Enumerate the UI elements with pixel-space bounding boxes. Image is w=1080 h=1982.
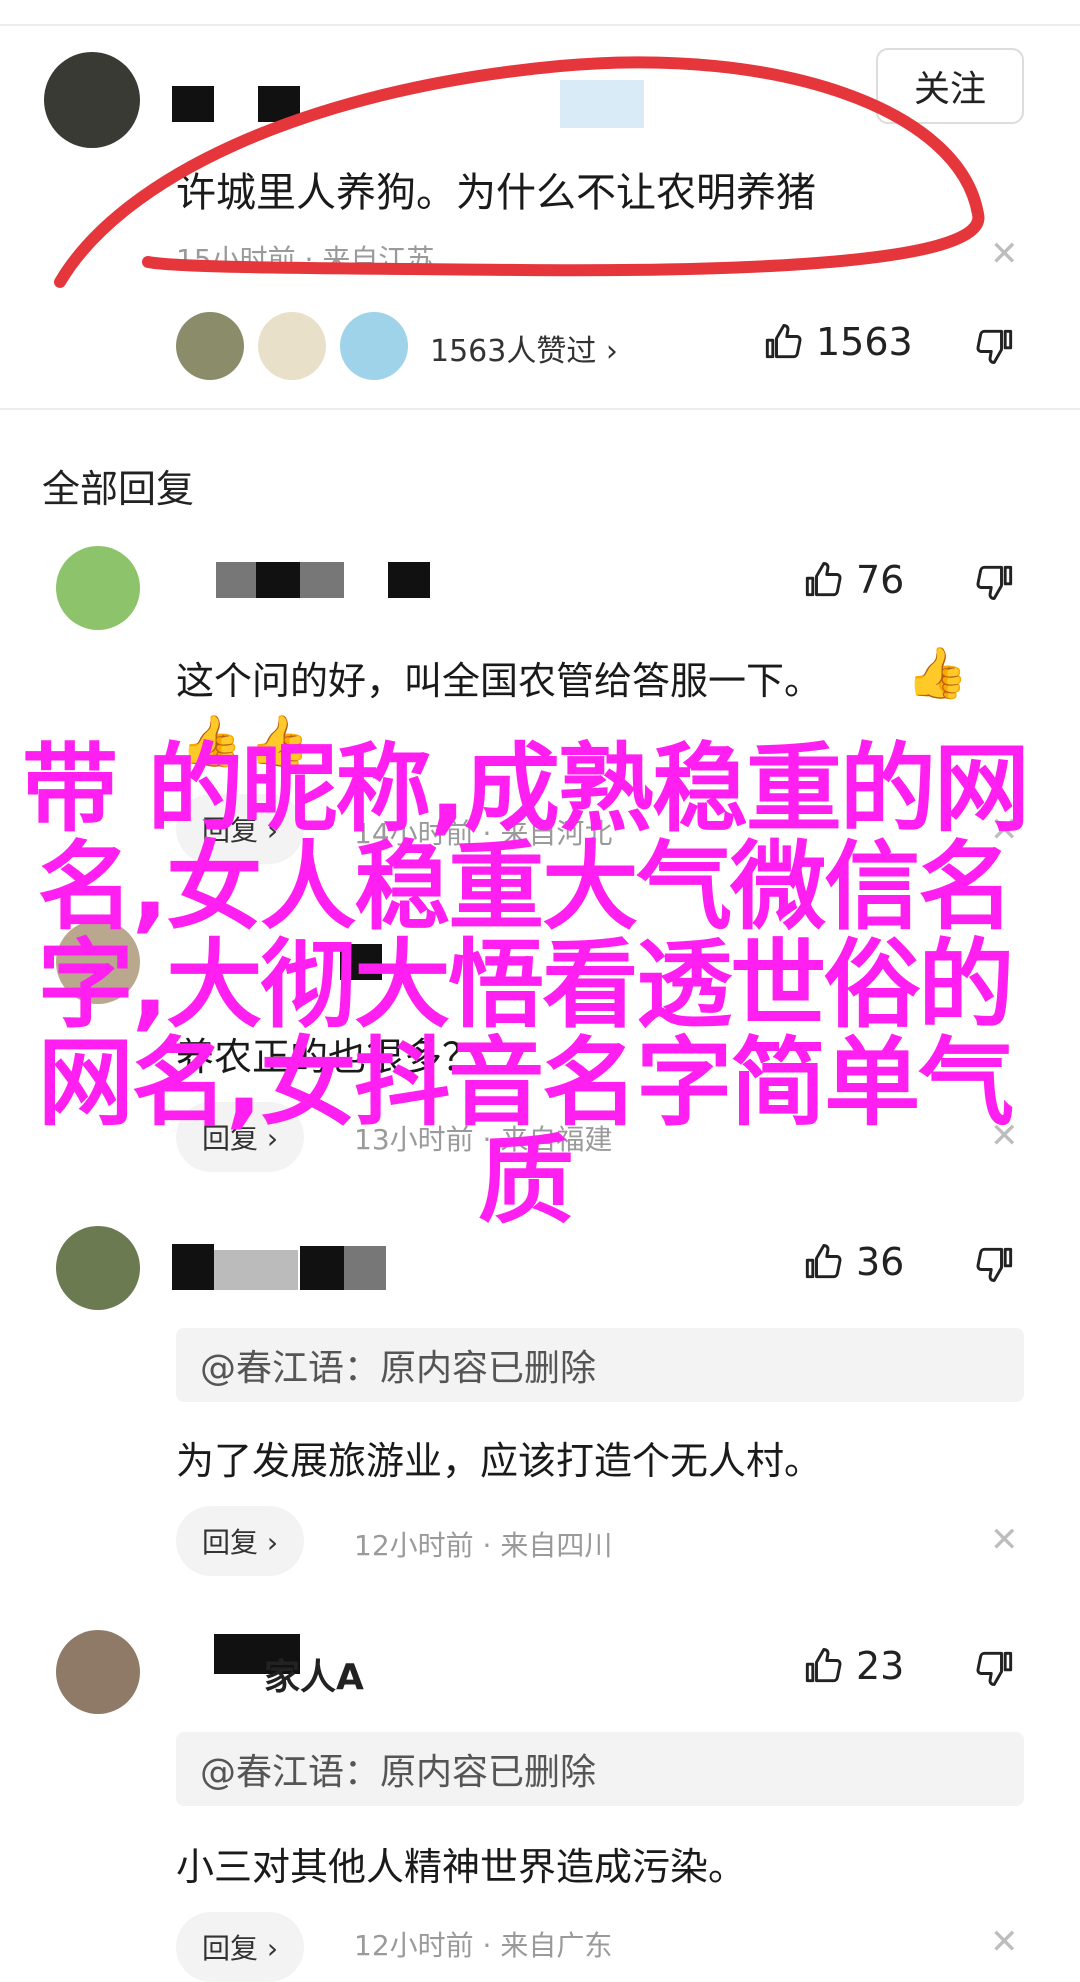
quoted-reply[interactable]: @春江语：原内容已删除: [176, 1328, 1024, 1402]
close-icon[interactable]: ✕: [990, 1922, 1019, 1962]
liker-avatar: [258, 312, 326, 380]
reply-avatar[interactable]: [56, 1226, 140, 1310]
reply-username-redaction: [172, 1244, 214, 1290]
reply-like-count: 23: [856, 1644, 905, 1688]
reply-meta: 12小时前 · 来自广东: [354, 1929, 613, 1962]
likers-link[interactable]: 1563人赞过 ›: [430, 326, 618, 370]
reply-like[interactable]: 23: [800, 1644, 904, 1688]
reply-like[interactable]: 76: [800, 558, 904, 602]
red-annotation-circle: [54, 56, 985, 288]
thumbs-down-icon[interactable]: [974, 324, 1018, 368]
reply-username-redaction: [216, 562, 256, 598]
reply-avatar[interactable]: [56, 1630, 140, 1714]
liker-avatar: [340, 312, 408, 380]
thumbs-down-icon[interactable]: [974, 1242, 1018, 1286]
reply-text: 为了发展旅游业，应该打造个无人村。: [176, 1439, 823, 1483]
quoted-reply[interactable]: @春江语：原内容已删除: [176, 1732, 1024, 1806]
thumbs-up-icon: [805, 562, 842, 597]
overlay-caption: 带 的昵称,成熟稳重的网名,女人稳重大气微信名字,大彻大悟看透世俗的网名,女抖音…: [22, 733, 1030, 1237]
reply-avatar[interactable]: [56, 546, 140, 630]
reply-button[interactable]: 回复 ›: [176, 1506, 305, 1576]
reply-username-redaction: [256, 562, 300, 598]
reply-username: 家人A: [264, 1657, 364, 1698]
reply-button[interactable]: 回复 ›: [176, 1912, 305, 1982]
reply-username-redaction: [214, 1250, 298, 1290]
reply-text: 这个问的好，叫全国农管给答服一下。: [176, 659, 823, 703]
reply-meta: 12小时前 · 来自四川: [354, 1529, 613, 1562]
reply-text: 小三对其他人精神世界造成污染。: [176, 1845, 747, 1889]
op-like[interactable]: 1563: [760, 320, 913, 364]
reply-username-redaction: [344, 1246, 386, 1290]
reply-username-redaction: [300, 562, 344, 598]
thumbs-up-emoji-icon: 👍: [906, 644, 969, 702]
section-title: 全部回复: [42, 467, 195, 511]
reply-username-redaction: [300, 1246, 344, 1290]
thumbs-up-icon: [765, 324, 802, 359]
liker-avatar: [176, 312, 244, 380]
thumbs-up-icon: [805, 1648, 842, 1683]
thumbs-up-icon: [805, 1244, 842, 1279]
reply-like-count: 36: [856, 1240, 905, 1284]
thumbs-down-icon[interactable]: [974, 560, 1018, 604]
thumbs-down-icon[interactable]: [974, 1646, 1018, 1690]
op-like-count: 1563: [816, 320, 913, 364]
close-icon[interactable]: ✕: [990, 1520, 1019, 1560]
reply-like[interactable]: 36: [800, 1240, 904, 1284]
section-divider: [0, 408, 1080, 410]
reply-username-redaction: [388, 562, 430, 598]
reply-like-count: 76: [856, 558, 905, 602]
